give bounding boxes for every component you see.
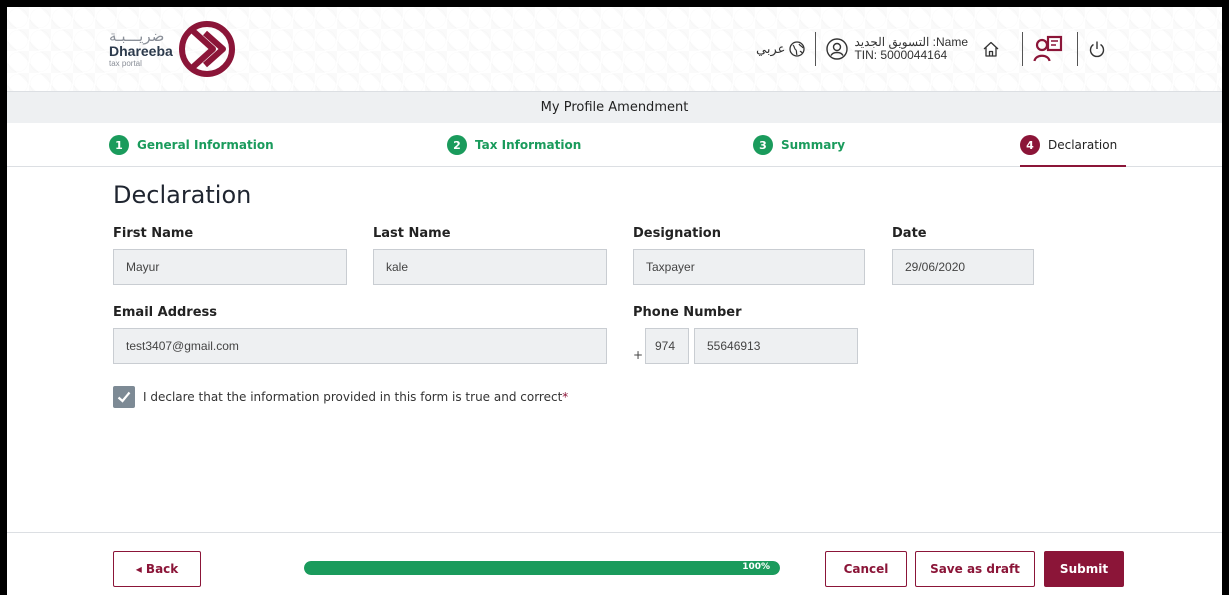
step-general-information[interactable]: 1 General Information [109, 135, 274, 155]
step-label: Summary [781, 138, 846, 152]
progress-stepper: 1 General Information 2 Tax Information … [7, 123, 1222, 167]
save-as-draft-button[interactable]: Save as draft [915, 551, 1035, 587]
section-heading: Declaration [113, 181, 252, 209]
logout-button[interactable] [1088, 40, 1106, 58]
header: ضريـــبـة Dhareeba tax portal عربي التسو… [7, 7, 1222, 91]
step-declaration[interactable]: 4 Declaration [1020, 135, 1117, 155]
step-summary[interactable]: 3 Summary [753, 135, 845, 155]
divider [1077, 32, 1078, 66]
divider [815, 32, 817, 66]
first-name-field[interactable]: Mayur [113, 249, 347, 285]
progress-label: 100% [742, 562, 770, 572]
divider [1022, 32, 1023, 66]
email-field[interactable]: test3407@gmail.com [113, 328, 607, 364]
required-asterisk: * [562, 390, 569, 404]
home-icon [983, 41, 999, 57]
cancel-button[interactable]: Cancel [825, 551, 907, 587]
step-number: 2 [447, 135, 467, 155]
date-label: Date [892, 226, 927, 241]
email-label: Email Address [113, 305, 218, 320]
step-number: 4 [1020, 135, 1040, 155]
profile-amendment-button[interactable] [1033, 35, 1063, 63]
footer-bar: ◂ Back 100% Cancel Save as draft Submit [7, 532, 1222, 595]
step-number: 3 [753, 135, 773, 155]
app-window: ضريـــبـة Dhareeba tax portal عربي التسو… [7, 7, 1222, 595]
submit-button[interactable]: Submit [1044, 551, 1124, 587]
user-tin: TIN: 5000044164 [854, 48, 948, 62]
power-icon [1089, 41, 1105, 58]
user-avatar-icon [826, 38, 849, 60]
date-field[interactable]: 29/06/2020 [892, 249, 1034, 285]
user-info-block[interactable]: التسويق الجديد :Name TIN: 5000044164 [826, 36, 968, 62]
user-document-icon [1033, 35, 1063, 62]
globe-icon [789, 41, 806, 57]
declaration-label: I declare that the information provided … [143, 390, 563, 404]
page-title: My Profile Amendment [7, 91, 1222, 123]
logo-mark-icon [178, 21, 235, 77]
progress-bar-fill: 100% [304, 561, 780, 575]
back-button[interactable]: ◂ Back [113, 551, 201, 587]
dhareeba-logo[interactable]: ضريـــبـة Dhareeba tax portal [109, 19, 235, 79]
phone-plus-sign: + [633, 348, 644, 362]
step-label: Tax Information [475, 138, 582, 152]
header-actions: عربي التسويق الجديد :Name TIN: 500004416… [756, 29, 1106, 69]
progress-bar: 100% [304, 561, 780, 575]
step-label: General Information [137, 138, 274, 152]
language-toggle[interactable]: عربي [756, 41, 806, 57]
declaration-checkbox[interactable] [113, 386, 135, 408]
logo-english-text: Dhareeba [109, 43, 173, 59]
step-label: Declaration [1048, 138, 1118, 152]
first-name-label: First Name [113, 226, 194, 241]
active-step-indicator [1020, 165, 1126, 167]
step-number: 1 [109, 135, 129, 155]
last-name-label: Last Name [373, 226, 451, 241]
last-name-field[interactable]: kale [373, 249, 607, 285]
phone-number-field[interactable]: 55646913 [694, 328, 858, 364]
home-button[interactable] [982, 40, 1000, 58]
phone-country-code-field[interactable]: 974 [645, 328, 689, 364]
step-tax-information[interactable]: 2 Tax Information [447, 135, 581, 155]
logo-arabic-text: ضريـــبـة [109, 27, 165, 45]
phone-label: Phone Number [633, 305, 742, 320]
language-label: عربي [756, 41, 786, 57]
logo-subtitle: tax portal [109, 59, 142, 68]
declaration-text: I declare that the information provided … [143, 390, 568, 404]
checkmark-icon [117, 391, 131, 403]
designation-label: Designation [633, 226, 721, 241]
designation-field[interactable]: Taxpayer [633, 249, 865, 285]
